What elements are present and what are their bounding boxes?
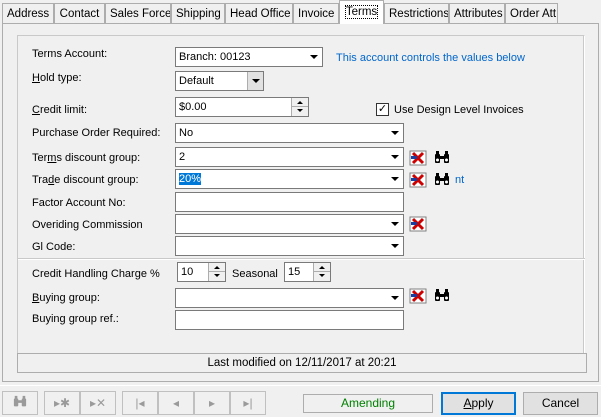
purchase-order-required-label: Purchase Order Required: [32,127,161,139]
chevron-down-icon[interactable] [387,170,403,188]
last-modified-status: Last modified on 12/11/2017 at 20:21 [17,353,587,373]
overiding-commission-label: Overiding Commission [32,219,143,231]
buying-group-combo[interactable] [175,288,404,308]
terms-discount-group-label: Terms discount group: [32,152,141,164]
last-icon: ▸| [243,396,253,410]
last-record-button[interactable]: ▸| [230,391,266,415]
hold-type-select[interactable]: Default [175,71,264,91]
tab-terms[interactable]: Terms [339,0,384,24]
tab-invoice[interactable]: Invoice [293,3,339,23]
tab-restrictions[interactable]: Restrictions [384,3,449,23]
tab-shipping[interactable]: Shipping [171,3,225,23]
tab-strip: Address Contact Sales Force Shipping Hea… [0,0,601,24]
binoculars-icon[interactable] [432,287,452,305]
credit-limit-spinner[interactable] [291,98,308,116]
chevron-down-icon[interactable] [387,215,403,233]
hold-type-value: Default [179,75,214,87]
purchase-order-required-value: No [179,127,194,139]
chevron-down-icon[interactable] [387,148,403,166]
use-design-level-invoices-checkbox[interactable]: ✓ [376,103,389,116]
apply-button[interactable]: Apply [441,392,516,415]
use-design-level-invoices-label: Use Design Level Invoices [394,104,524,116]
terms-discount-group-value: 2 [179,151,186,163]
gl-code-combo[interactable] [175,236,404,256]
section-divider [18,258,585,260]
spin-up-icon[interactable] [209,263,225,272]
factor-account-no-label: Factor Account No: [32,197,126,209]
arrow-new-icon: ▸✱ [53,396,71,410]
seasonal-label: Seasonal [232,268,278,280]
credit-handling-charge-label: Credit Handling Charge % [32,268,160,280]
chevron-down-icon[interactable] [306,48,322,66]
previous-icon: ◂ [172,396,180,410]
trade-discount-group-value: 20% [177,172,203,186]
tab-address[interactable]: Address [2,3,54,23]
terms-tab-page: Terms Account: Branch: 00123 This accoun… [2,23,599,382]
trade-discount-group-label: Trade discount group: [32,174,139,186]
spin-down-icon[interactable] [209,272,225,281]
first-record-button[interactable]: |◂ [122,391,158,415]
terms-account-note: This account controls the values below [336,52,525,64]
spin-down-icon[interactable] [314,272,330,281]
binoculars-icon [12,395,28,412]
overiding-commission-combo[interactable] [175,214,404,234]
find-record-button[interactable] [2,391,38,415]
chevron-down-icon[interactable] [387,289,403,307]
trade-discount-link-text[interactable]: nt [455,173,464,187]
tab-attributes[interactable]: Attributes [449,3,505,23]
credit-limit-label: Credit limit: [32,104,88,116]
buying-group-ref-label: Buying group ref.: [32,313,119,325]
spin-up-icon[interactable] [292,98,308,107]
factor-account-no-input[interactable] [175,192,404,212]
trade-discount-group-combo[interactable]: 20% [175,169,404,189]
tab-sales-force[interactable]: Sales Force [105,3,171,23]
clear-icon[interactable] [408,215,428,233]
binoculars-icon[interactable] [432,171,452,189]
next-record-button[interactable]: ▸ [194,391,230,415]
credit-limit-input[interactable]: $0.00 [175,97,309,117]
credit-limit-value: $0.00 [179,101,207,113]
buying-group-ref-input[interactable] [175,310,404,330]
buying-group-label: Buying group: [32,292,100,304]
next-icon: ▸ [208,396,216,410]
mode-indicator: Amending [303,394,433,413]
tab-order-att[interactable]: Order Att [505,3,558,23]
purchase-order-required-select[interactable]: No [175,123,404,143]
seasonal-spinner[interactable] [313,263,330,281]
seasonal-value: 15 [288,266,301,278]
tab-head-office[interactable]: Head Office [225,3,293,23]
new-record-button[interactable]: ▸✱ [44,391,80,415]
first-icon: |◂ [135,396,145,410]
spin-up-icon[interactable] [314,263,330,272]
hold-type-label: Hold type: [32,72,82,84]
arrow-delete-icon: ▸✕ [89,396,107,410]
credit-handling-charge-input[interactable]: 10 [177,262,226,282]
bottom-toolbar: ▸✱ ▸✕ |◂ ◂ ▸ ▸| Amending Apply Cancel [0,385,601,417]
binoculars-icon[interactable] [432,149,452,167]
clear-icon[interactable] [408,171,428,189]
gl-code-label: Gl Code: [32,241,76,253]
chevron-down-icon[interactable] [387,237,403,255]
chevron-down-icon[interactable] [387,124,403,142]
terms-account-label: Terms Account: [32,48,108,60]
credit-handling-charge-value: 10 [181,266,194,278]
spin-down-icon[interactable] [292,107,308,116]
terms-discount-group-combo[interactable]: 2 [175,147,404,167]
cancel-button[interactable]: Cancel [523,392,598,415]
delete-record-button[interactable]: ▸✕ [80,391,116,415]
credit-handling-charge-spinner[interactable] [208,263,225,281]
clear-icon[interactable] [408,149,428,167]
seasonal-input[interactable]: 15 [284,262,331,282]
terms-account-combo[interactable]: Branch: 00123 [175,47,323,67]
previous-record-button[interactable]: ◂ [158,391,194,415]
chevron-down-icon[interactable] [247,72,263,90]
terms-account-value: Branch: 00123 [179,51,251,63]
tab-contact[interactable]: Contact [54,3,105,23]
clear-icon[interactable] [408,287,428,305]
